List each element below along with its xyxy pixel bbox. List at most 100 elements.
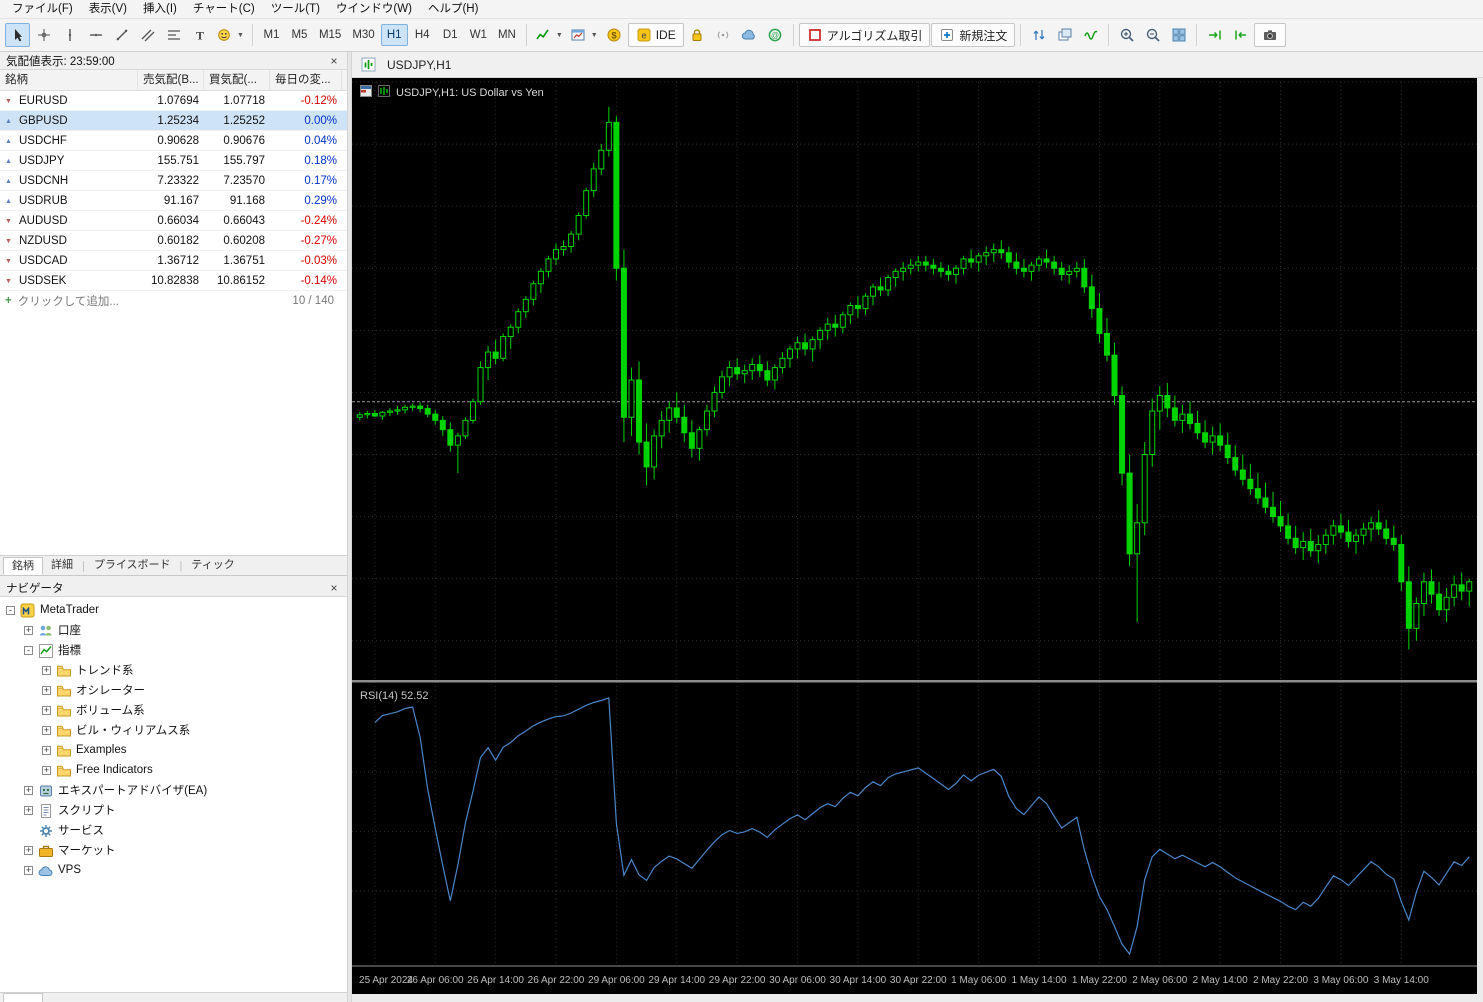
chevron-down-icon[interactable]: ▼ — [237, 32, 244, 39]
signals-button[interactable] — [711, 23, 736, 47]
dock-bottom-tab[interactable] — [3, 993, 43, 1002]
metaeditor-button[interactable]: e IDE — [627, 23, 684, 47]
market-watch-row[interactable]: ▲ USDJPY 155.751 155.797 0.18% — [0, 151, 347, 171]
indicators-button[interactable]: ▼ — [532, 23, 566, 47]
column-header[interactable]: 売気配(B... — [138, 69, 204, 91]
timeframe-m5[interactable]: M5 — [286, 24, 313, 46]
timeframe-m15[interactable]: M15 — [314, 24, 346, 46]
menu-item[interactable]: 表示(V) — [81, 0, 135, 19]
collapse-icon[interactable]: - — [24, 645, 33, 655]
market-watch-row[interactable]: ▲ USDCNH 7.23322 7.23570 0.17% — [0, 171, 347, 191]
chevron-down-icon[interactable]: ▼ — [591, 32, 598, 39]
expand-icon[interactable]: + — [42, 685, 51, 695]
navigator-tree-item[interactable]: + トレンド系 — [0, 660, 347, 680]
depth-of-market-button[interactable] — [1026, 23, 1051, 47]
navigator-tree-item[interactable]: + マーケット — [0, 840, 347, 860]
expand-icon[interactable]: + — [42, 745, 51, 755]
collapse-icon[interactable]: - — [6, 605, 15, 615]
price-chart[interactable]: 25 Apr 202426 Apr 06:00 26 Apr 14:00 26 Ap… — [352, 78, 1477, 994]
chart-tab-label[interactable]: USDJPY,H1 — [387, 58, 451, 72]
expand-icon[interactable]: + — [42, 765, 51, 775]
market-watch-tab[interactable]: 銘柄 — [3, 556, 43, 575]
market-watch-row[interactable]: ▼ USDSEK 10.82838 10.86152 -0.14% — [0, 271, 347, 291]
market-watch-row[interactable]: ▼ NZDUSD 0.60182 0.60208 -0.27% — [0, 231, 347, 251]
windows-cascade-button[interactable] — [1052, 23, 1077, 47]
menu-item[interactable]: ウインドウ(W) — [328, 0, 420, 19]
market-watch-toggle-button[interactable]: $ — [602, 23, 627, 47]
expand-icon[interactable]: + — [24, 805, 33, 815]
expand-icon[interactable]: + — [42, 665, 51, 675]
screenshot-button[interactable] — [1254, 23, 1287, 47]
navigator-tree-item[interactable]: + Examples — [0, 740, 347, 760]
market-watch-tab[interactable]: プライスボード — [86, 557, 179, 575]
chart-windows-button[interactable]: ▼ — [567, 23, 601, 47]
lock-button[interactable] — [685, 23, 710, 47]
expand-icon[interactable]: + — [24, 865, 33, 875]
zoom-in-button[interactable] — [1114, 23, 1139, 47]
close-icon[interactable]: × — [327, 581, 341, 595]
menu-item[interactable]: 挿入(I) — [135, 0, 185, 19]
horizontal-line-button[interactable] — [83, 23, 108, 47]
crosshair-button[interactable] — [31, 23, 56, 47]
market-watch-row[interactable]: ▼ USDCAD 1.36712 1.36751 -0.03% — [0, 251, 347, 271]
expand-icon[interactable]: + — [24, 625, 33, 635]
shapes-button[interactable]: ▼ — [213, 23, 247, 47]
expand-icon[interactable]: + — [42, 725, 51, 735]
column-header[interactable]: 毎日の変... — [270, 69, 342, 91]
timeframe-m1[interactable]: M1 — [258, 24, 285, 46]
chart-shift-button[interactable] — [1202, 23, 1227, 47]
navigator-tree-item[interactable]: - MetaTrader — [0, 600, 347, 620]
market-watch-row[interactable]: ▼ EURUSD 1.07694 1.07718 -0.12% — [0, 91, 347, 111]
timeframe-h1[interactable]: H1 — [380, 24, 408, 46]
navigator-tree-item[interactable]: + ボリューム系 — [0, 700, 347, 720]
fibonacci-button[interactable] — [161, 23, 186, 47]
timeframe-h4[interactable]: H4 — [409, 24, 436, 46]
menu-item[interactable]: ファイル(F) — [4, 0, 81, 19]
chevron-down-icon[interactable]: ▼ — [556, 32, 563, 39]
zoom-out-button[interactable] — [1140, 23, 1165, 47]
new-order-button[interactable]: 新規注文 — [931, 23, 1016, 47]
tile-windows-button[interactable] — [1166, 23, 1191, 47]
community-button[interactable]: @ — [763, 23, 788, 47]
add-symbol-row[interactable]: + クリックして追加... 10 / 140 — [0, 291, 347, 311]
expand-icon[interactable]: + — [24, 785, 33, 795]
auto-scroll-button[interactable] — [1228, 23, 1253, 47]
market-watch-row[interactable]: ▼ AUDUSD 0.66034 0.66043 -0.24% — [0, 211, 347, 231]
column-header[interactable]: 銘柄 — [0, 69, 138, 91]
column-header[interactable]: 買気配(... — [204, 69, 270, 91]
market-watch-row[interactable]: ▲ USDRUB 91.167 91.168 0.29% — [0, 191, 347, 211]
market-watch-row[interactable]: ▲ USDCHF 0.90628 0.90676 0.04% — [0, 131, 347, 151]
timeframe-d1[interactable]: D1 — [437, 24, 464, 46]
navigator-tree-item[interactable]: サービス — [0, 820, 347, 840]
timeframe-mn[interactable]: MN — [493, 24, 521, 46]
expand-icon[interactable]: + — [24, 845, 33, 855]
vertical-line-button[interactable] — [57, 23, 82, 47]
navigator-tree-item[interactable]: - 指標 — [0, 640, 347, 660]
menu-item[interactable]: ツール(T) — [263, 0, 328, 19]
menu-item[interactable]: ヘルプ(H) — [420, 0, 486, 19]
equidistant-channel-button[interactable] — [135, 23, 160, 47]
expand-icon[interactable]: + — [42, 705, 51, 715]
market-watch-row[interactable]: ▲ GBPUSD 1.25234 1.25252 0.00% — [0, 111, 347, 131]
navigator-tree-item[interactable]: + ビル・ウィリアムス系 — [0, 720, 347, 740]
market-watch-tab[interactable]: ティック — [183, 557, 242, 575]
timeframe-w1[interactable]: W1 — [465, 24, 492, 46]
navigator-tree-item[interactable]: + 口座 — [0, 620, 347, 640]
algo-trading-icon — [807, 27, 823, 43]
trendline-button[interactable] — [109, 23, 134, 47]
navigator-tree-item[interactable]: + Free Indicators — [0, 760, 347, 780]
navigator-tree-item[interactable]: + エキスパートアドバイザ(EA) — [0, 780, 347, 800]
text-tool-button[interactable]: T — [187, 23, 212, 47]
menu-item[interactable]: チャート(C) — [185, 0, 263, 19]
tick-direction-icon: ▲ — [5, 117, 12, 125]
market-watch-tab[interactable]: 詳細 — [43, 557, 81, 575]
navigator-tree-item[interactable]: + スクリプト — [0, 800, 347, 820]
algo-trading-button[interactable]: アルゴリズム取引 — [798, 23, 931, 47]
close-icon[interactable]: × — [327, 54, 341, 68]
cloud-button[interactable] — [737, 23, 762, 47]
timeframe-m30[interactable]: M30 — [347, 24, 379, 46]
navigator-tree-item[interactable]: + VPS — [0, 860, 347, 880]
strategy-tester-button[interactable] — [1078, 23, 1103, 47]
cursor-button[interactable] — [5, 23, 30, 47]
navigator-tree-item[interactable]: + オシレーター — [0, 680, 347, 700]
